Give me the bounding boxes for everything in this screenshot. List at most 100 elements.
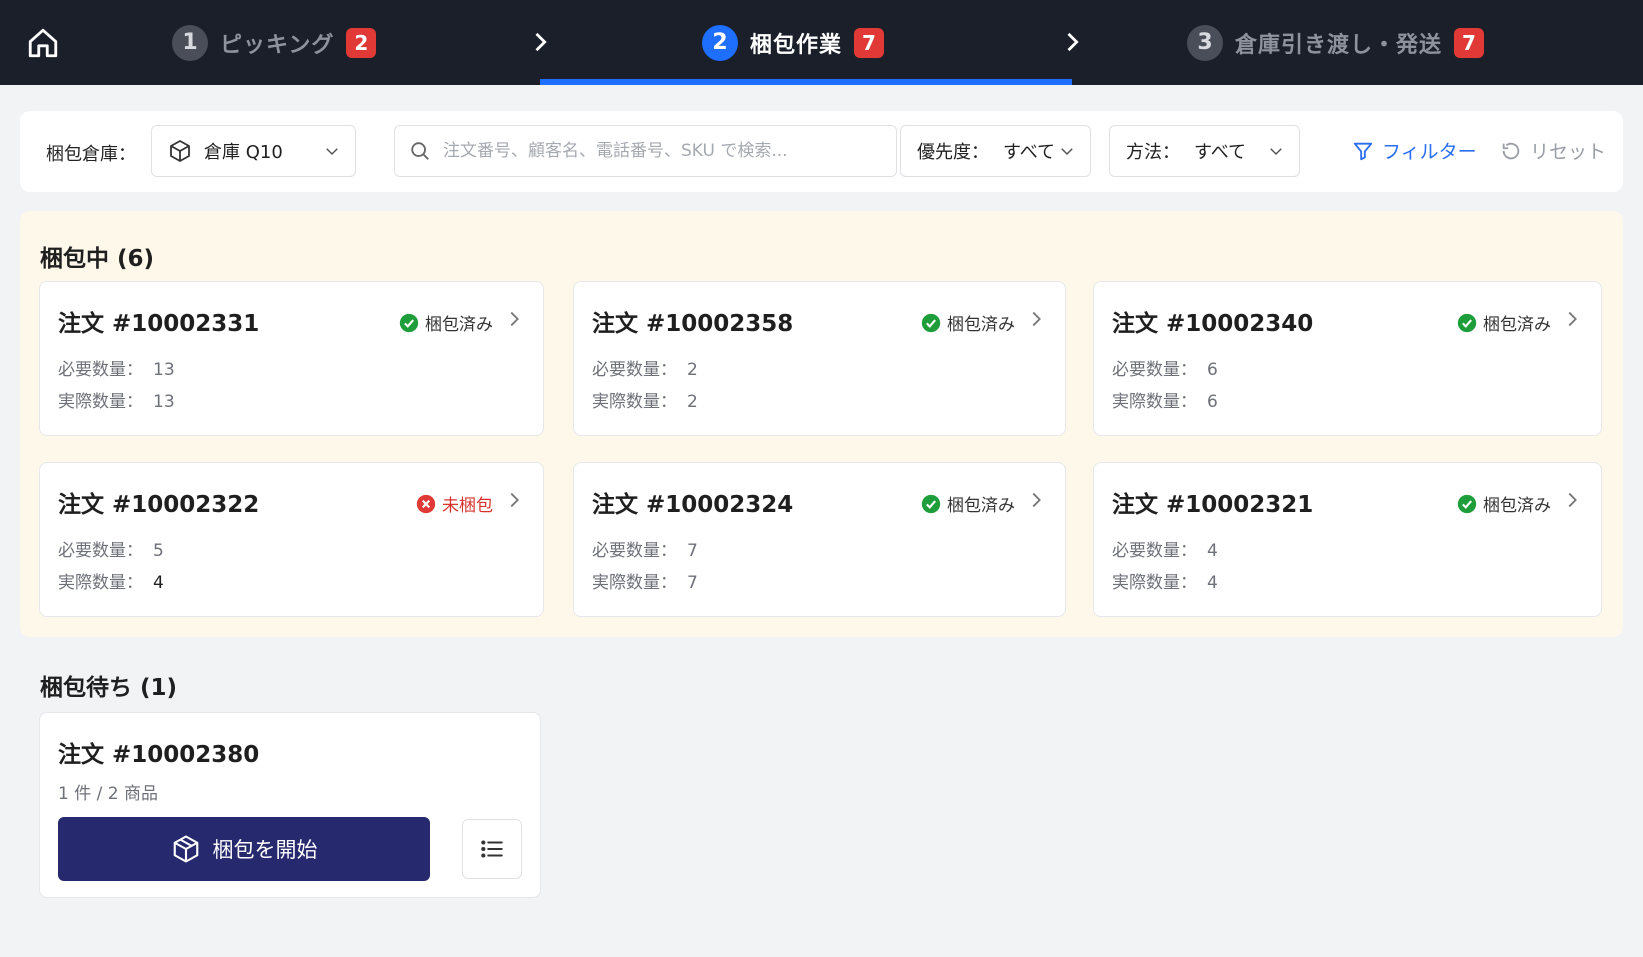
start-packing-button[interactable]: 梱包を開始 bbox=[58, 817, 430, 881]
order-card[interactable]: 注文 #10002358 梱包済み 必要数量： 2 実際数量： 2 bbox=[573, 281, 1066, 436]
required-qty-label: 必要数量： bbox=[58, 541, 143, 561]
required-qty-value: 5 bbox=[153, 541, 164, 561]
required-qty-row: 必要数量： 7 bbox=[592, 536, 698, 561]
list-icon bbox=[481, 840, 503, 858]
order-number: 注文 #10002380 bbox=[58, 742, 260, 768]
chevron-right-icon[interactable] bbox=[1025, 489, 1047, 511]
method-select[interactable]: 方法： すべて bbox=[1109, 125, 1300, 177]
chevron-down-icon bbox=[326, 148, 338, 156]
packing-section-title: 梱包中 (6) bbox=[40, 246, 155, 272]
filter-bar: 梱包倉庫： 倉庫 Q10 優先度： すべて 方法： すべて フィルター リセット bbox=[20, 111, 1623, 192]
required-qty-row: 必要数量： 5 bbox=[58, 536, 164, 561]
search-box[interactable] bbox=[394, 125, 897, 177]
chevron-right-icon[interactable] bbox=[1561, 489, 1583, 511]
required-qty-value: 4 bbox=[1207, 541, 1218, 561]
order-card[interactable]: 注文 #10002324 梱包済み 必要数量： 7 実際数量： 7 bbox=[573, 462, 1066, 617]
order-number: 注文 #10002324 bbox=[592, 492, 794, 518]
start-packing-label: 梱包を開始 bbox=[212, 838, 318, 862]
step-count-badge: 7 bbox=[854, 27, 885, 58]
search-icon bbox=[411, 142, 429, 160]
status-badge: 梱包済み bbox=[921, 310, 1015, 335]
step-picking[interactable]: 1 ピッキング 2 bbox=[172, 0, 377, 85]
required-qty-value: 6 bbox=[1207, 360, 1218, 380]
active-step-indicator bbox=[540, 79, 1072, 85]
order-card[interactable]: 注文 #10002340 梱包済み 必要数量： 6 実際数量： 6 bbox=[1093, 281, 1602, 436]
status-badge: 梱包済み bbox=[1457, 310, 1551, 335]
check-circle-icon bbox=[1457, 494, 1477, 513]
chevron-right-icon[interactable] bbox=[1025, 308, 1047, 330]
order-number: 注文 #10002321 bbox=[1112, 492, 1314, 518]
cube-icon bbox=[170, 140, 190, 162]
actual-qty-label: 実際数量： bbox=[1112, 573, 1197, 593]
actual-qty-label: 実際数量： bbox=[58, 573, 143, 593]
status-label: 梱包済み bbox=[1483, 496, 1551, 516]
required-qty-row: 必要数量： 4 bbox=[1112, 536, 1218, 561]
step-label: 梱包作業 bbox=[750, 32, 843, 58]
chevron-right-icon[interactable] bbox=[503, 489, 525, 511]
home-icon[interactable] bbox=[26, 26, 60, 60]
warehouse-label: 梱包倉庫： bbox=[46, 144, 136, 165]
required-qty-row: 必要数量： 13 bbox=[58, 355, 175, 380]
actual-qty-row: 実際数量： 2 bbox=[592, 387, 698, 412]
warehouse-select[interactable]: 倉庫 Q10 bbox=[151, 125, 356, 177]
required-qty-row: 必要数量： 2 bbox=[592, 355, 698, 380]
chevron-down-icon bbox=[1061, 148, 1073, 156]
required-qty-label: 必要数量： bbox=[58, 360, 143, 380]
priority-value: すべて bbox=[1003, 142, 1056, 163]
step-number: 2 bbox=[702, 24, 738, 61]
status-label: 梱包済み bbox=[425, 315, 493, 335]
required-qty-value: 2 bbox=[687, 360, 698, 380]
search-input[interactable] bbox=[443, 141, 883, 161]
required-qty-value: 7 bbox=[687, 541, 698, 561]
filter-icon bbox=[1353, 142, 1373, 160]
priority-select[interactable]: 優先度： すべて bbox=[900, 125, 1091, 177]
required-qty-label: 必要数量： bbox=[1112, 541, 1197, 561]
status-label: 未梱包 bbox=[442, 496, 493, 516]
actual-qty-value: 13 bbox=[153, 392, 175, 412]
reset-icon bbox=[1502, 142, 1520, 159]
reset-label: リセット bbox=[1530, 141, 1607, 163]
order-number: 注文 #10002340 bbox=[1112, 311, 1314, 337]
actual-qty-row: 実際数量： 7 bbox=[592, 568, 698, 593]
order-item-count: 1 件 / 2 商品 bbox=[58, 784, 158, 804]
chevron-right-icon[interactable] bbox=[1561, 308, 1583, 330]
step-label: ピッキング bbox=[220, 32, 335, 58]
cube-icon bbox=[173, 835, 198, 863]
step-bar: 1 ピッキング 2 2 梱包作業 7 3 倉庫引き渡し・発送 7 bbox=[0, 0, 1643, 85]
chevron-right-icon bbox=[1067, 32, 1079, 52]
chevron-down-icon bbox=[1270, 148, 1282, 156]
reset-button[interactable]: リセット bbox=[1500, 137, 1606, 164]
status-label: 梱包済み bbox=[1483, 315, 1551, 335]
actual-qty-label: 実際数量： bbox=[592, 573, 677, 593]
check-circle-icon bbox=[399, 313, 419, 332]
status-badge: 梱包済み bbox=[1457, 491, 1551, 516]
warehouse-value: 倉庫 Q10 bbox=[204, 142, 283, 163]
check-circle-icon bbox=[1457, 313, 1477, 332]
actual-qty-row: 実際数量： 4 bbox=[58, 568, 164, 593]
step-handover[interactable]: 3 倉庫引き渡し・発送 7 bbox=[1187, 0, 1485, 85]
check-circle-icon bbox=[921, 313, 941, 332]
order-card[interactable]: 注文 #10002331 梱包済み 必要数量： 13 実際数量： 13 bbox=[39, 281, 544, 436]
order-card[interactable]: 注文 #10002322 未梱包 必要数量： 5 実際数量： 4 bbox=[39, 462, 544, 617]
required-qty-label: 必要数量： bbox=[1112, 360, 1197, 380]
step-packing[interactable]: 2 梱包作業 7 bbox=[702, 0, 885, 85]
filter-button[interactable]: フィルター bbox=[1352, 137, 1477, 164]
order-card[interactable]: 注文 #10002321 梱包済み 必要数量： 4 実際数量： 4 bbox=[1093, 462, 1602, 617]
status-badge: 梱包済み bbox=[399, 310, 493, 335]
actual-qty-row: 実際数量： 6 bbox=[1112, 387, 1218, 412]
actual-qty-row: 実際数量： 13 bbox=[58, 387, 175, 412]
waiting-section-title: 梱包待ち (1) bbox=[40, 675, 178, 701]
packing-section: 梱包中 (6) 注文 #10002331 梱包済み 必要数量： 13 実際数量： 1… bbox=[20, 211, 1623, 637]
x-circle-icon bbox=[416, 494, 436, 513]
step-number: 1 bbox=[172, 24, 208, 61]
step-number: 3 bbox=[1187, 24, 1223, 61]
chevron-right-icon[interactable] bbox=[503, 308, 525, 330]
status-badge: 梱包済み bbox=[921, 491, 1015, 516]
actual-qty-label: 実際数量： bbox=[58, 392, 143, 412]
actual-qty-value: 4 bbox=[153, 573, 164, 593]
order-details-button[interactable] bbox=[462, 819, 522, 879]
check-circle-icon bbox=[921, 494, 941, 513]
actual-qty-row: 実際数量： 4 bbox=[1112, 568, 1218, 593]
order-number: 注文 #10002322 bbox=[58, 492, 260, 518]
method-value: すべて bbox=[1194, 142, 1247, 163]
